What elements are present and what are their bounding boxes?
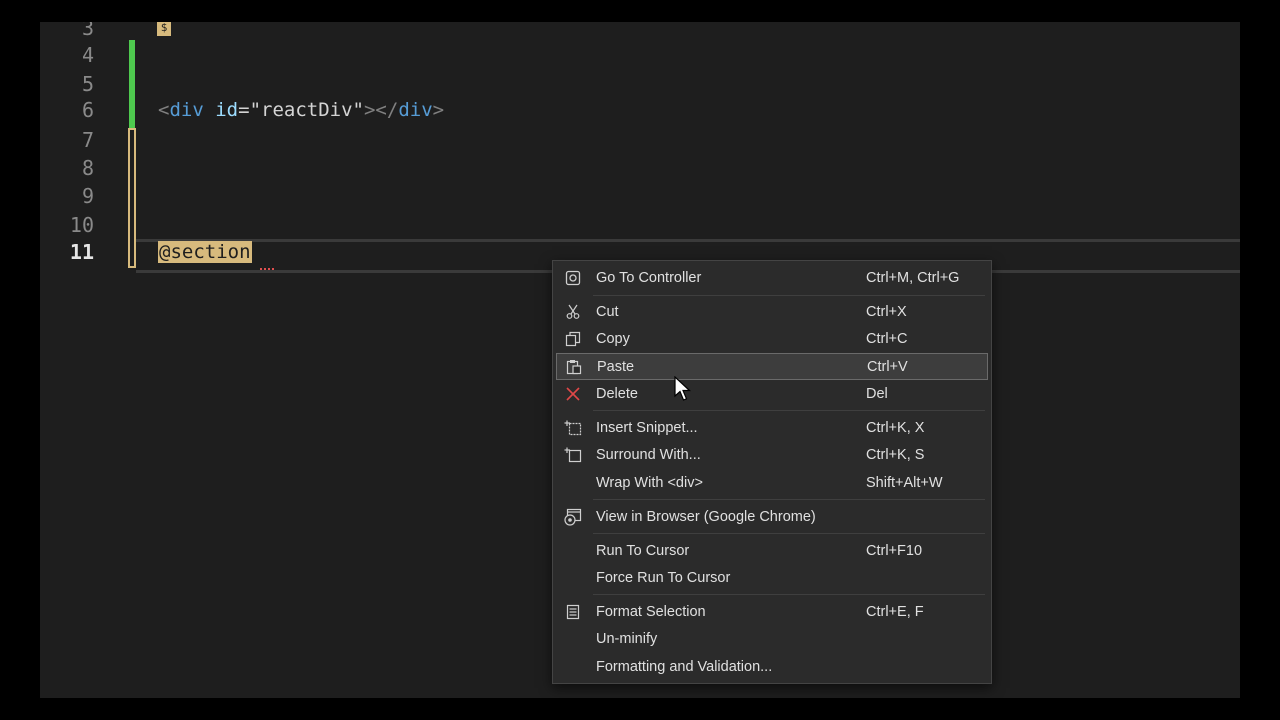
unsaved-lines-bar: [128, 128, 136, 268]
menu-separator: [593, 533, 985, 534]
menu-item-shortcut: Ctrl+V: [867, 358, 908, 375]
menu-item-formatting-and-validation[interactable]: Formatting and Validation...: [556, 653, 988, 680]
menu-item-shortcut: Ctrl+E, F: [866, 603, 924, 620]
menu-item-insert-snippet[interactable]: Insert Snippet... Ctrl+K, X: [556, 414, 988, 441]
menu-item-run-to-cursor[interactable]: Run To Cursor Ctrl+F10: [556, 537, 988, 564]
menu-item-label: Format Selection: [596, 603, 706, 620]
tag-bracket: >: [432, 99, 445, 121]
menu-item-label: Wrap With <div>: [596, 474, 703, 491]
menu-separator: [593, 594, 985, 595]
menu-item-shortcut: Ctrl+X: [866, 303, 907, 320]
menu-item-shortcut: Shift+Alt+W: [866, 474, 943, 491]
menu-item-paste[interactable]: Paste Ctrl+V: [556, 353, 988, 380]
razor-directive: @section: [158, 241, 252, 263]
insert-snippet-icon: [562, 417, 584, 439]
copy-icon: [562, 328, 584, 350]
cut-icon: [562, 301, 584, 323]
line-number: 3: [81, 22, 94, 40]
menu-item-label: Paste: [597, 358, 635, 375]
menu-separator: [593, 295, 985, 296]
menu-item-cut[interactable]: Cut Ctrl+X: [556, 298, 988, 325]
menu-separator: [593, 499, 985, 500]
menu-item-delete[interactable]: Delete Del: [556, 380, 988, 407]
attr-name: id: [215, 99, 239, 121]
menu-item-shortcut: Ctrl+K, X: [866, 419, 925, 436]
controller-icon: [562, 267, 584, 289]
browser-icon: [562, 506, 584, 528]
menu-item-label: Formatting and Validation...: [596, 658, 773, 675]
menu-item-shortcut: Ctrl+F10: [866, 542, 923, 559]
line-number: 10: [69, 213, 94, 237]
menu-item-label: Force Run To Cursor: [596, 569, 731, 586]
tag-name: div: [169, 99, 204, 121]
format-selection-icon: [562, 601, 584, 623]
changed-lines-bar: [129, 40, 135, 128]
line-number: 9: [81, 184, 94, 208]
menu-item-wrap-with-div[interactable]: Wrap With <div> Shift+Alt+W: [556, 469, 988, 496]
code-line-11[interactable]: @section: [158, 238, 252, 266]
paste-icon: [563, 356, 585, 378]
surround-with-icon: [562, 444, 584, 466]
line-number: 4: [81, 43, 94, 67]
menu-item-label: Go To Controller: [596, 269, 702, 286]
line-number: 5: [81, 72, 94, 96]
menu-separator: [593, 410, 985, 411]
menu-item-go-to-controller[interactable]: Go To Controller Ctrl+M, Ctrl+G: [556, 264, 988, 291]
menu-item-label: Surround With...: [596, 446, 701, 463]
menu-item-label: Cut: [596, 303, 619, 320]
menu-item-shortcut: Ctrl+M, Ctrl+G: [866, 269, 960, 286]
menu-item-view-in-browser[interactable]: View in Browser (Google Chrome): [556, 503, 988, 530]
code-line-6[interactable]: <div id="reactDiv"></div>: [158, 96, 444, 124]
error-squiggle: [260, 264, 274, 270]
menu-item-surround-with[interactable]: Surround With... Ctrl+K, S: [556, 441, 988, 468]
menu-item-format-selection[interactable]: Format Selection Ctrl+E, F: [556, 598, 988, 625]
menu-item-label: Delete: [596, 385, 638, 402]
line-number: 7: [81, 128, 94, 152]
tag-name: div: [398, 99, 433, 121]
fold-glyph: $: [157, 22, 171, 36]
menu-item-shortcut: Ctrl+K, S: [866, 446, 925, 463]
delete-icon: [562, 383, 584, 405]
tag-bracket: </: [375, 99, 399, 121]
line-number: 6: [81, 98, 94, 122]
menu-item-label: Run To Cursor: [596, 542, 690, 559]
equals: =: [238, 99, 250, 121]
menu-item-shortcut: Ctrl+C: [866, 330, 908, 347]
menu-item-un-minify[interactable]: Un-minify: [556, 625, 988, 652]
menu-item-shortcut: Del: [866, 385, 888, 402]
context-menu: Go To Controller Ctrl+M, Ctrl+G Cut Ctrl…: [552, 260, 992, 684]
line-number: 8: [81, 156, 94, 180]
menu-item-label: Insert Snippet...: [596, 419, 698, 436]
menu-item-label: Un-minify: [596, 630, 658, 647]
menu-item-label: Copy: [596, 330, 630, 347]
menu-item-copy[interactable]: Copy Ctrl+C: [556, 325, 988, 352]
mouse-pointer-icon: [674, 376, 692, 401]
menu-item-label: View in Browser (Google Chrome): [596, 508, 816, 525]
tag-bracket: >: [363, 99, 376, 121]
line-number-active: 11: [69, 240, 94, 264]
tag-bracket: <: [158, 99, 170, 121]
menu-item-force-run-to-cursor[interactable]: Force Run To Cursor: [556, 564, 988, 591]
attr-value: "reactDiv": [249, 99, 364, 121]
